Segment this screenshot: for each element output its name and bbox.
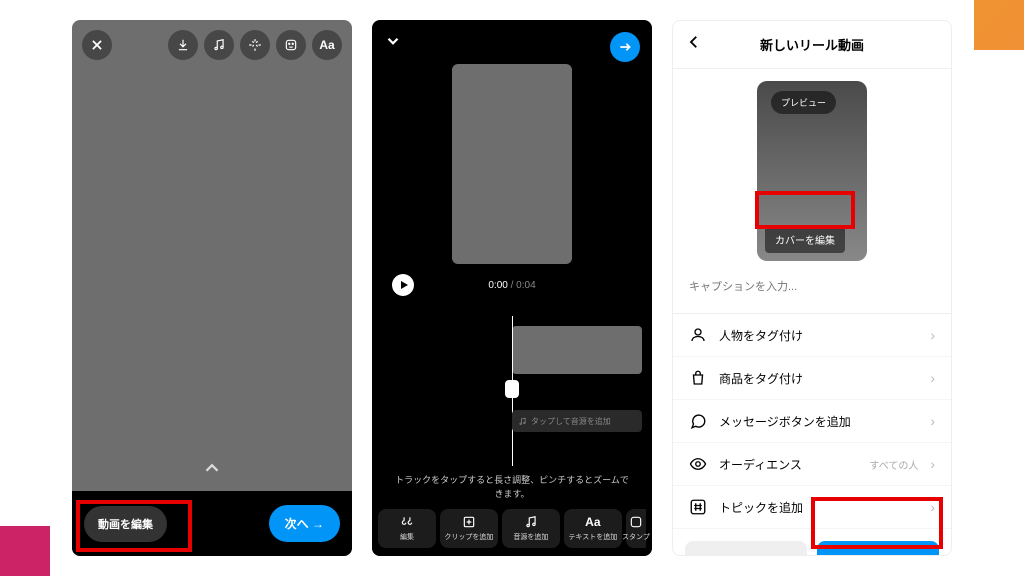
tool-add-clip[interactable]: クリップを追加 <box>440 509 498 548</box>
decorative-corner-tr <box>974 0 1024 50</box>
page-title: 新しいリール動画 <box>703 35 921 54</box>
forward-button[interactable] <box>610 32 640 62</box>
preview-button[interactable]: プレビュー <box>771 91 836 114</box>
chat-icon <box>689 412 707 430</box>
tool-add-audio[interactable]: 音源を追加 <box>502 509 560 548</box>
option-audience[interactable]: オーディエンス すべての人 › <box>673 443 951 486</box>
tool-add-stamp[interactable]: スタンプ <box>626 509 646 548</box>
save-draft-button[interactable]: 下書きを保存 <box>685 541 807 556</box>
hash-icon <box>689 498 707 516</box>
decorative-corner-bl <box>0 526 50 576</box>
sticker-icon[interactable] <box>276 30 306 60</box>
video-clip[interactable] <box>512 326 642 374</box>
effects-icon[interactable] <box>240 30 270 60</box>
next-button[interactable]: 次へ → <box>269 505 340 542</box>
zoom-hint: トラックをタップすると長さ調整、ピンチするとズームできます。 <box>372 474 652 501</box>
close-icon[interactable] <box>82 30 112 60</box>
bag-icon <box>689 369 707 387</box>
person-icon <box>689 326 707 344</box>
timeline[interactable]: タップして音源を追加 <box>372 316 652 474</box>
chevron-up-icon[interactable] <box>201 457 223 484</box>
music-icon[interactable] <box>204 30 234 60</box>
edit-video-button[interactable]: 動画を編集 <box>84 506 167 542</box>
option-tag-people[interactable]: 人物をタグ付け › <box>673 314 951 357</box>
option-message-button[interactable]: メッセージボタンを追加 › <box>673 400 951 443</box>
option-topic[interactable]: トピックを追加 › <box>673 486 951 529</box>
caption-input[interactable] <box>673 271 951 303</box>
panel-story-editor: Aa 動画を編集 次へ → <box>72 20 352 556</box>
back-icon[interactable] <box>685 33 703 56</box>
audio-track-add[interactable]: タップして音源を追加 <box>512 410 642 432</box>
video-preview <box>452 64 572 264</box>
collapse-icon[interactable] <box>384 32 402 62</box>
tool-add-text[interactable]: Aa テキストを追加 <box>564 509 622 548</box>
cover-preview: プレビュー カバーを編集 <box>757 81 867 261</box>
timecode: 0:00 / 0:04 <box>434 280 590 291</box>
option-tag-products[interactable]: 商品をタグ付け › <box>673 357 951 400</box>
edit-cover-button[interactable]: カバーを編集 <box>765 226 845 253</box>
panel-timeline-editor: 0:00 / 0:04 タップして音源を追加 トラックをタップすると長さ調整、ピ… <box>372 20 652 556</box>
panel-new-reel: 新しいリール動画 プレビュー カバーを編集 人物をタグ付け › 商品をタグ <box>672 20 952 556</box>
text-icon[interactable]: Aa <box>312 30 342 60</box>
tool-edit[interactable]: 編集 <box>378 509 436 548</box>
playhead-handle[interactable] <box>505 380 519 398</box>
play-button[interactable] <box>392 274 414 296</box>
eye-icon <box>689 455 707 473</box>
share-button[interactable]: シェア <box>817 541 939 556</box>
download-icon[interactable] <box>168 30 198 60</box>
